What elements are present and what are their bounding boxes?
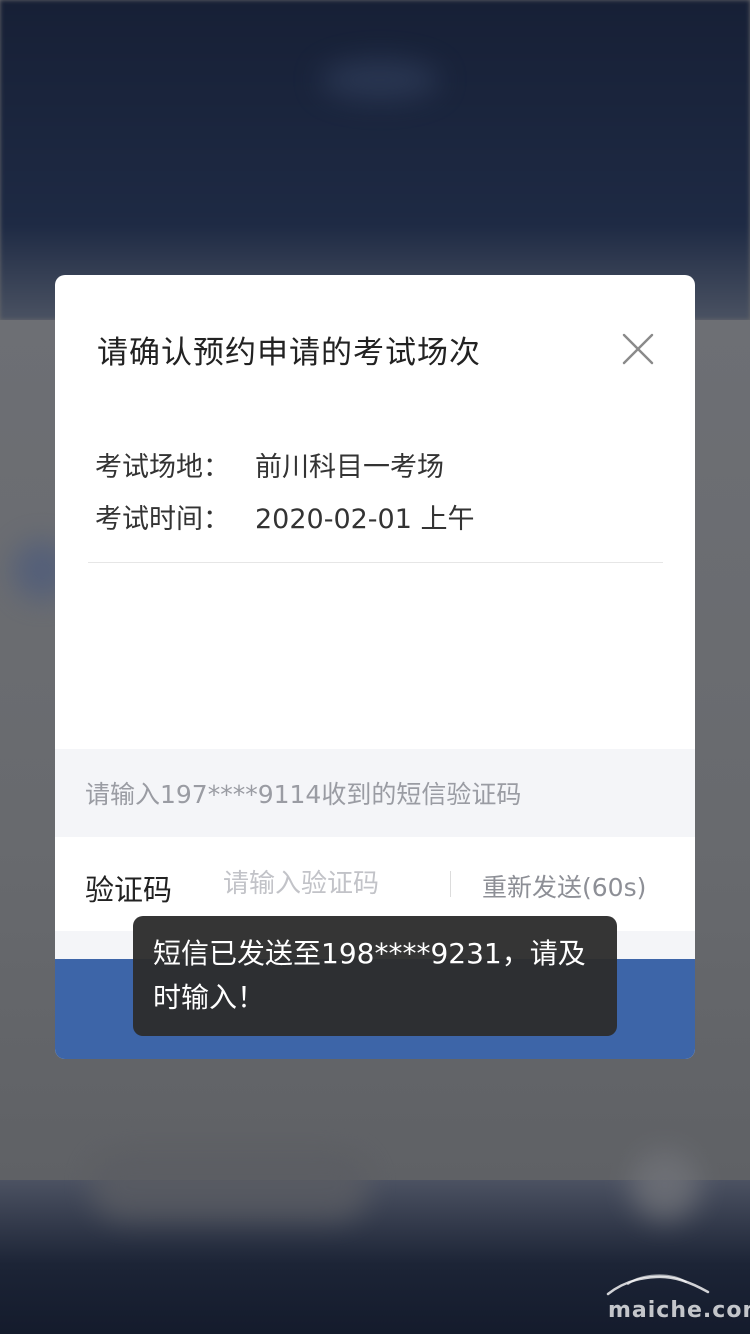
venue-value: 前川科目一考场 — [255, 452, 444, 483]
background-decoration — [320, 60, 440, 100]
background-header — [0, 0, 750, 320]
time-value: 2020-02-01 上午 — [255, 504, 475, 535]
watermark-text: maiche.com — [608, 1298, 750, 1323]
time-label: 考试时间： — [95, 504, 230, 535]
separator — [450, 871, 451, 897]
venue-label: 考试场地： — [95, 452, 230, 483]
divider — [88, 562, 663, 563]
sms-hint: 请输入197****9114收到的短信验证码 — [55, 749, 695, 837]
close-icon — [622, 333, 654, 365]
resend-code-button[interactable]: 重新发送(60s) — [482, 868, 646, 904]
dialog-header: 请确认预约申请的考试场次 — [55, 275, 695, 425]
car-logo-icon — [606, 1274, 710, 1296]
close-button[interactable] — [618, 329, 658, 369]
background-decoration — [90, 1150, 370, 1220]
dialog-title: 请确认预约申请的考试场次 — [97, 335, 481, 371]
sms-sent-toast: 短信已发送至198****9231，请及时输入！ — [133, 916, 617, 1036]
time-row: 考试时间： 2020-02-01 上午 — [95, 497, 475, 536]
watermark: maiche.com — [598, 1272, 750, 1323]
background-decoration — [630, 1150, 700, 1220]
venue-row: 考试场地： 前川科目一考场 — [95, 445, 444, 484]
verification-code-label: 验证码 — [85, 873, 173, 907]
verification-code-input[interactable] — [223, 861, 443, 907]
